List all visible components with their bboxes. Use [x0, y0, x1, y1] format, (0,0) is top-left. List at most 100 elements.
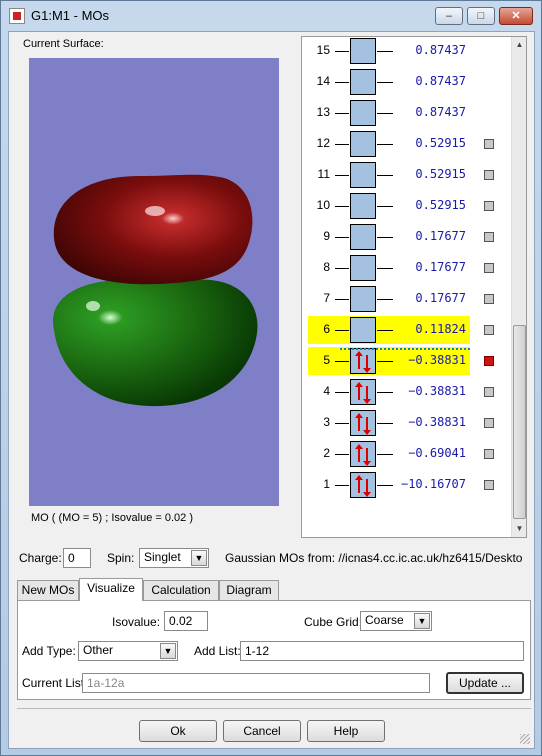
charge-input[interactable]: 0 — [63, 548, 91, 568]
orbital-box[interactable] — [350, 38, 376, 64]
level-line — [335, 361, 349, 362]
scroll-up-arrow-icon[interactable]: ▲ — [512, 37, 526, 53]
mo-select-checkbox[interactable] — [484, 263, 494, 273]
orbital-surface-render — [53, 174, 258, 407]
orbital-box[interactable] — [350, 348, 376, 374]
resize-grip-icon[interactable] — [520, 734, 530, 744]
orbital-box[interactable] — [350, 224, 376, 250]
button-separator — [17, 708, 531, 709]
orbital-box[interactable] — [350, 472, 376, 498]
orbital-box[interactable] — [350, 131, 376, 157]
mo-select-checkbox[interactable] — [484, 201, 494, 211]
add-type-value: Other — [83, 643, 114, 657]
chevron-down-icon[interactable]: ▼ — [160, 643, 176, 659]
ok-button[interactable]: Ok — [139, 720, 217, 742]
current-surface-label: Current Surface: — [23, 38, 104, 50]
mo-row[interactable]: 12 0.52915 — [302, 130, 510, 158]
mo-row[interactable]: 13 0.87437 — [302, 99, 510, 127]
mo-select-checkbox[interactable] — [484, 232, 494, 242]
mo-row[interactable]: 5 −0.38831 — [302, 347, 510, 375]
mo-select-checkbox[interactable] — [484, 325, 494, 335]
mo-energy: −0.69041 — [408, 446, 466, 460]
orbital-box[interactable] — [350, 441, 376, 467]
mo-row[interactable]: 4 −0.38831 — [302, 378, 510, 406]
cube-grid-select[interactable]: Coarse ▼ — [360, 611, 432, 631]
spin-up-arrow-icon — [355, 444, 363, 462]
orbital-box[interactable] — [350, 162, 376, 188]
tab-calculation[interactable]: Calculation — [143, 580, 219, 600]
tab-diagram[interactable]: Diagram — [219, 580, 279, 600]
add-type-select[interactable]: Other ▼ — [78, 641, 178, 661]
mo-energy: −0.38831 — [408, 384, 466, 398]
mo-select-checkbox[interactable] — [484, 449, 494, 459]
mo-select-checkbox[interactable] — [484, 418, 494, 428]
mo-row[interactable]: 14 0.87437 — [302, 68, 510, 96]
mo-select-checkbox[interactable] — [484, 170, 494, 180]
orbital-box[interactable] — [350, 317, 376, 343]
visualize-panel: Isovalue: 0.02 Cube Grid: Coarse ▼ Add T… — [17, 600, 531, 700]
orbital-box[interactable] — [350, 100, 376, 126]
mo-row[interactable]: 1 −10.16707 — [302, 471, 510, 499]
orbital-box[interactable] — [350, 286, 376, 312]
cube-grid-label: Cube Grid: — [304, 615, 363, 629]
surface-viewport[interactable] — [29, 58, 279, 506]
tab-new-mos[interactable]: New MOs — [17, 580, 79, 600]
close-button[interactable]: ✕ — [499, 7, 533, 25]
minimize-button[interactable]: – — [435, 7, 463, 25]
window-title: G1:M1 - MOs — [31, 8, 110, 23]
current-list-field: 1a-12a — [82, 673, 430, 693]
isovalue-label: Isovalue: — [112, 615, 161, 629]
spin-select[interactable]: Singlet ▼ — [139, 548, 209, 568]
orbital-box[interactable] — [350, 193, 376, 219]
mo-row[interactable]: 11 0.52915 — [302, 161, 510, 189]
chevron-down-icon[interactable]: ▼ — [191, 550, 207, 566]
help-button[interactable]: Help — [307, 720, 385, 742]
title-bar[interactable]: G1:M1 - MOs – □ ✕ — [1, 1, 541, 31]
spin-down-arrow-icon — [363, 479, 371, 497]
mo-list-scrollbar[interactable]: ▲ ▼ — [511, 37, 526, 537]
spin-down-arrow-icon — [363, 386, 371, 404]
mo-select-checkbox[interactable] — [484, 480, 494, 490]
mo-number: 7 — [323, 291, 330, 305]
orbital-box[interactable] — [350, 379, 376, 405]
mo-row[interactable]: 8 0.17677 — [302, 254, 510, 282]
tab-visualize[interactable]: Visualize — [79, 578, 143, 601]
mo-energy: 0.17677 — [415, 260, 466, 274]
mo-energy: 0.17677 — [415, 229, 466, 243]
mo-row[interactable]: 7 0.17677 — [302, 285, 510, 313]
mo-select-checkbox[interactable] — [484, 139, 494, 149]
isovalue-input[interactable]: 0.02 — [164, 611, 208, 631]
mo-select-checkbox[interactable] — [484, 294, 494, 304]
mo-row[interactable]: 10 0.52915 — [302, 192, 510, 220]
scroll-thumb[interactable] — [513, 325, 526, 519]
maximize-button[interactable]: □ — [467, 7, 495, 25]
mo-energy: 0.87437 — [415, 74, 466, 88]
mo-select-checkbox[interactable] — [484, 387, 494, 397]
current-surface-group: Current Surface: MO ((MO = 5) ; Isovalu… — [15, 38, 295, 528]
mo-number: 2 — [323, 446, 330, 460]
orbital-box[interactable] — [350, 410, 376, 436]
level-line — [335, 113, 349, 114]
level-line — [335, 454, 349, 455]
chevron-down-icon[interactable]: ▼ — [414, 613, 430, 629]
mo-row[interactable]: 15 0.87437 — [302, 37, 510, 65]
mo-row[interactable]: 2 −0.69041 — [302, 440, 510, 468]
mo-select-checkbox[interactable] — [484, 356, 494, 366]
level-line — [335, 423, 349, 424]
current-list-label: Current List: — [22, 676, 88, 690]
mo-number: 10 — [316, 198, 330, 212]
charge-label: Charge: — [19, 551, 62, 565]
orbital-box[interactable] — [350, 69, 376, 95]
mo-row[interactable]: 9 0.17677 — [302, 223, 510, 251]
orbital-box[interactable] — [350, 255, 376, 281]
mo-row[interactable]: 3 −0.38831 — [302, 409, 510, 437]
add-list-input[interactable]: 1-12 — [240, 641, 524, 661]
update-button[interactable]: Update ... — [446, 672, 524, 694]
scroll-down-arrow-icon[interactable]: ▼ — [512, 521, 526, 537]
app-icon — [9, 8, 25, 24]
cancel-button[interactable]: Cancel — [223, 720, 301, 742]
level-line — [335, 299, 349, 300]
mo-energy: 0.52915 — [415, 198, 466, 212]
mo-energy: 0.52915 — [415, 136, 466, 150]
mo-row[interactable]: 6 0.11824 — [302, 316, 510, 344]
